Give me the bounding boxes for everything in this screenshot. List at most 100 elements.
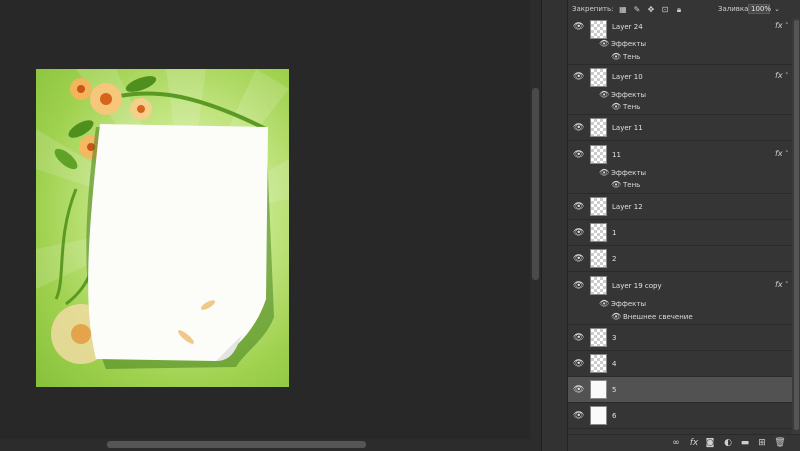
new-layer-icon[interactable]: ⊞ — [756, 437, 768, 449]
layer-name: 1 — [612, 229, 617, 237]
layer-row[interactable]: 👁︎ Layer 24 fx ˄ 👁︎ Эффекты 👁︎ Тень — [568, 18, 792, 65]
layer-thumbnail — [590, 118, 607, 137]
eye-icon[interactable]: 👁︎ — [573, 333, 584, 343]
scrollbar-thumb[interactable] — [107, 441, 366, 448]
scrollbar-thumb[interactable] — [794, 20, 799, 430]
eye-icon[interactable]: 👁︎ — [573, 150, 584, 160]
scrollbar-thumb[interactable] — [532, 88, 539, 280]
effects-label: Эффекты — [611, 300, 646, 308]
layer-row[interactable]: 👁︎ Layer 10 fx ˄ 👁︎ Эффекты 👁︎ Тень — [568, 65, 792, 115]
layer-row[interactable]: 👁︎ Layer 11 — [568, 115, 792, 141]
layer-row-selected[interactable]: 👁︎ 5 — [568, 377, 792, 403]
layer-row[interactable]: 👁︎ 4 — [568, 351, 792, 377]
layers-list: 👁︎ Layer 24 fx ˄ 👁︎ Эффекты 👁︎ Тень 👁︎ L… — [568, 18, 792, 434]
effect-name: Тень — [623, 53, 641, 61]
collapse-caret-icon[interactable]: ˄ — [785, 150, 789, 158]
eye-icon[interactable]: 👁︎ — [573, 254, 584, 264]
layer-row[interactable]: 👁︎ Layer 12 — [568, 194, 792, 220]
fill-label: Заливка: — [718, 5, 751, 13]
brush-icon[interactable]: ✎ — [632, 5, 641, 14]
eye-icon[interactable]: 👁︎ — [573, 411, 584, 421]
layer-name: 5 — [612, 386, 617, 394]
eye-icon[interactable]: 👁︎ — [611, 52, 621, 61]
document-canvas[interactable] — [36, 69, 289, 387]
layer-name: Layer 12 — [612, 203, 643, 211]
layer-name: 11 — [612, 151, 621, 159]
eye-icon[interactable]: 👁︎ — [573, 123, 584, 133]
collapse-caret-icon[interactable]: ˄ — [785, 281, 789, 289]
layers-panel: Закрепить: ▦ ✎ ✥ ⊡ 🔒︎ Заливка: 100% ⌄ 👁︎… — [567, 0, 800, 451]
eye-icon[interactable]: 👁︎ — [573, 228, 584, 238]
fx-icon[interactable]: fx — [775, 21, 783, 30]
layer-thumbnail — [590, 380, 607, 399]
effect-name: Тень — [623, 181, 641, 189]
layer-row[interactable]: 👁︎ 6 — [568, 403, 792, 429]
layer-name: 2 — [612, 255, 617, 263]
effects-label: Эффекты — [611, 169, 646, 177]
effects-label: Эффекты — [611, 91, 646, 99]
eye-icon[interactable]: 👁︎ — [599, 168, 609, 177]
layer-thumbnail — [590, 328, 607, 347]
layer-name: 4 — [612, 360, 617, 368]
layer-thumbnail — [590, 249, 607, 268]
eye-icon[interactable]: 👁︎ — [573, 359, 584, 369]
effects-label: Эффекты — [611, 40, 646, 48]
layer-thumbnail — [590, 276, 607, 295]
layer-thumbnail — [590, 145, 607, 164]
lock-transparent-icon[interactable]: ▦ — [618, 5, 627, 14]
fx-icon[interactable]: fx — [775, 149, 783, 158]
lock-icon[interactable]: 🔒︎ — [674, 5, 683, 14]
eye-icon[interactable]: 👁︎ — [611, 312, 621, 321]
effect-name: Тень — [623, 103, 641, 111]
eye-icon[interactable]: 👁︎ — [573, 385, 584, 395]
chevron-down-icon[interactable]: ⌄ — [772, 4, 782, 14]
layer-name: Layer 19 copy — [612, 282, 662, 290]
eye-icon[interactable]: 👁︎ — [573, 72, 584, 82]
layer-thumbnail — [590, 223, 607, 242]
layer-name: Layer 24 — [612, 23, 643, 31]
canvas-vertical-scrollbar[interactable] — [530, 0, 541, 439]
artboard-icon[interactable]: ⊡ — [660, 5, 669, 14]
link-icon[interactable]: ∞ — [670, 437, 682, 449]
eye-icon[interactable]: 👁︎ — [573, 22, 584, 32]
layer-row[interactable]: 👁︎ 3 — [568, 325, 792, 351]
layer-row[interactable]: 👁︎ Layer 19 copy fx ˄ 👁︎ Эффекты 👁︎ Внеш… — [568, 272, 792, 325]
layer-row[interactable]: 👁︎ 11 fx ˄ 👁︎ Эффекты 👁︎ Тень — [568, 141, 792, 194]
collapse-caret-icon[interactable]: ˄ — [785, 22, 789, 30]
layer-thumbnail — [590, 68, 607, 87]
adjustment-icon[interactable]: ◐ — [722, 437, 734, 449]
layer-row[interactable]: 👁︎ 2 — [568, 246, 792, 272]
move-icon[interactable]: ✥ — [646, 5, 655, 14]
layer-name: Layer 11 — [612, 124, 643, 132]
eye-icon[interactable]: 👁︎ — [599, 90, 609, 99]
canvas-workspace[interactable] — [0, 0, 530, 439]
effect-name: Внешнее свечение — [623, 313, 693, 321]
eye-icon[interactable]: 👁︎ — [599, 299, 609, 308]
lock-label: Закрепить: — [572, 5, 614, 13]
fill-input[interactable]: 100% — [748, 4, 771, 14]
layer-name: Layer 10 — [612, 73, 643, 81]
layer-thumbnail — [590, 20, 607, 39]
eye-icon[interactable]: 👁︎ — [611, 102, 621, 111]
layer-name: 6 — [612, 412, 617, 420]
fx-icon[interactable]: fx — [688, 437, 700, 449]
eye-icon[interactable]: 👁︎ — [573, 202, 584, 212]
mask-icon[interactable]: ◙ — [704, 437, 716, 449]
eye-icon[interactable]: 👁︎ — [573, 281, 584, 291]
eye-icon[interactable]: 👁︎ — [611, 180, 621, 189]
eye-icon[interactable]: 👁︎ — [599, 39, 609, 48]
folder-icon[interactable]: ▬ — [739, 437, 751, 449]
layer-row[interactable]: 👁︎ 1 — [568, 220, 792, 246]
fx-icon[interactable]: fx — [775, 71, 783, 80]
layer-thumbnail — [590, 406, 607, 425]
fx-icon[interactable]: fx — [775, 280, 783, 289]
collapse-caret-icon[interactable]: ˄ — [785, 72, 789, 80]
layer-name: 3 — [612, 334, 617, 342]
layers-bottom-bar: ∞ fx ◙ ◐ ▬ ⊞ 🗑︎ — [568, 434, 800, 451]
layer-thumbnail — [590, 354, 607, 373]
scrollbar-corner — [530, 439, 541, 451]
panel-gap — [541, 0, 567, 451]
trash-icon[interactable]: 🗑︎ — [774, 437, 786, 449]
layers-scrollbar[interactable] — [792, 18, 800, 434]
layer-thumbnail — [590, 197, 607, 216]
